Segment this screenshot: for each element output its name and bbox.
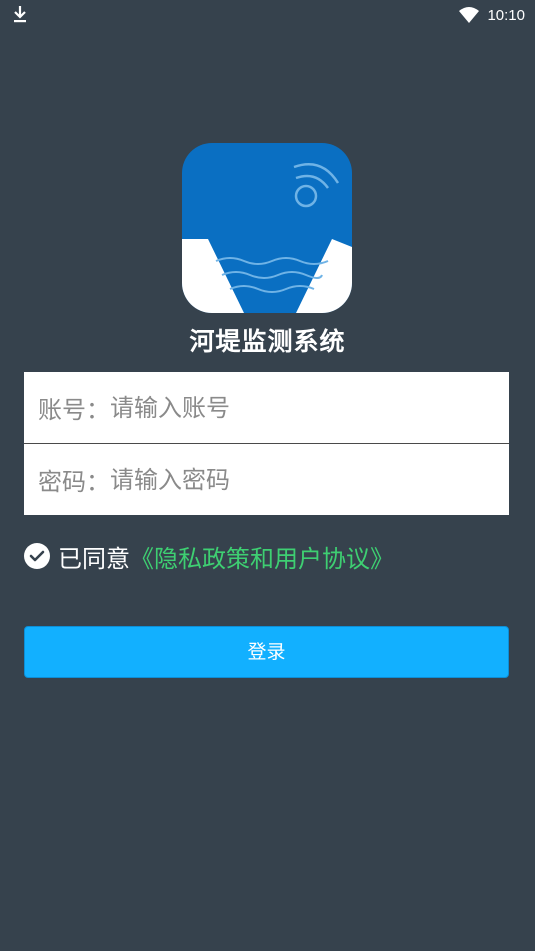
status-time: 10:10 [487,6,525,24]
agreement-prefix: 已同意 [58,544,130,573]
privacy-policy-link[interactable]: 《隐私政策和用户协议》 [130,539,394,574]
account-label: 账号： [38,396,110,424]
password-label: 密码： [38,468,110,496]
password-field-row: 密码： [24,444,509,515]
password-input[interactable] [110,459,470,500]
account-input[interactable] [110,387,470,428]
status-bar: 10:10 [0,0,535,30]
download-icon [14,6,26,23]
account-field-row: 账号： [24,372,509,443]
river-dam-wifi-logo-icon [182,143,352,313]
agreement-row: 已同意 《隐私政策和用户协议》 [24,539,394,574]
checkmark-icon [29,550,45,562]
wifi-icon [459,7,480,23]
login-button[interactable]: 登录 [24,626,509,678]
app-logo [182,143,352,313]
login-form: 账号： 密码： [24,372,509,515]
agreement-checkbox[interactable] [24,543,50,569]
status-right: 10:10 [459,4,525,26]
app-title: 河堤监测系统 [189,327,346,356]
